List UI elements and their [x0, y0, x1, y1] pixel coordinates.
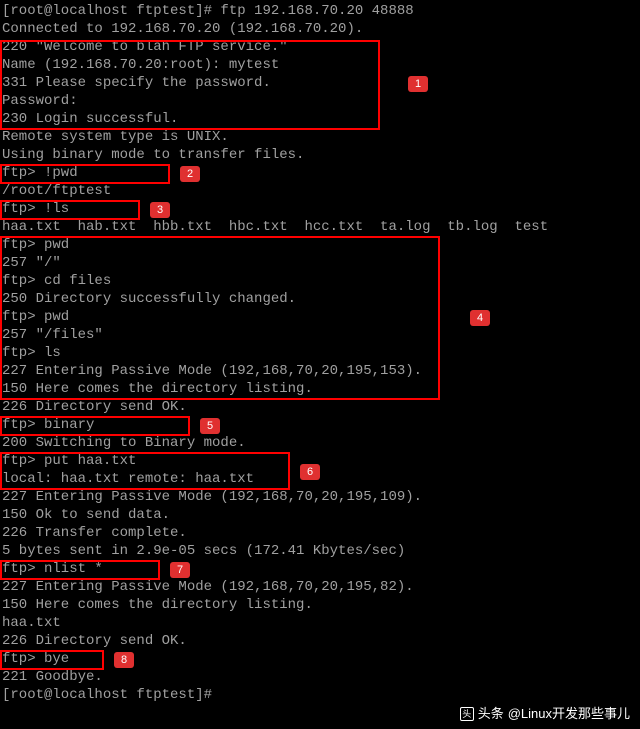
terminal-line: Name (192.168.70.20:root): mytest: [2, 56, 638, 74]
terminal-line: 150 Here comes the directory listing.: [2, 380, 638, 398]
terminal-line: 230 Login successful.: [2, 110, 638, 128]
terminal-line: ftp> pwd: [2, 308, 638, 326]
terminal-line: ftp> !ls: [2, 200, 638, 218]
terminal-line: 227 Entering Passive Mode (192,168,70,20…: [2, 578, 638, 596]
terminal-line: [root@localhost ftptest]# ftp 192.168.70…: [2, 2, 638, 20]
annotation-badge-3: 3: [150, 202, 170, 218]
terminal-line: ftp> ls: [2, 344, 638, 362]
terminal-line: 150 Here comes the directory listing.: [2, 596, 638, 614]
terminal-line: 221 Goodbye.: [2, 668, 638, 686]
terminal-line: ftp> cd files: [2, 272, 638, 290]
terminal-output: [root@localhost ftptest]# ftp 192.168.70…: [2, 2, 638, 704]
annotation-badge-7: 7: [170, 562, 190, 578]
terminal-line: ftp> nlist *: [2, 560, 638, 578]
terminal-line: 227 Entering Passive Mode (192,168,70,20…: [2, 488, 638, 506]
terminal-line: 150 Ok to send data.: [2, 506, 638, 524]
terminal-line: haa.txt hab.txt hbb.txt hbc.txt hcc.txt …: [2, 218, 638, 236]
terminal-line: 227 Entering Passive Mode (192,168,70,20…: [2, 362, 638, 380]
annotation-badge-1: 1: [408, 76, 428, 92]
annotation-badge-2: 2: [180, 166, 200, 182]
terminal-line: Using binary mode to transfer files.: [2, 146, 638, 164]
terminal-line: 226 Directory send OK.: [2, 632, 638, 650]
terminal-line: 331 Please specify the password.: [2, 74, 638, 92]
terminal-line: Connected to 192.168.70.20 (192.168.70.2…: [2, 20, 638, 38]
annotation-badge-6: 6: [300, 464, 320, 480]
terminal-line: 5 bytes sent in 2.9e-05 secs (172.41 Kby…: [2, 542, 638, 560]
terminal-line: 250 Directory successfully changed.: [2, 290, 638, 308]
terminal-line: [root@localhost ftptest]#: [2, 686, 638, 704]
terminal-line: /root/ftptest: [2, 182, 638, 200]
annotation-badge-8: 8: [114, 652, 134, 668]
terminal-line: Password:: [2, 92, 638, 110]
terminal-line: ftp> put haa.txt: [2, 452, 638, 470]
terminal-line: 257 "/files": [2, 326, 638, 344]
terminal-line: local: haa.txt remote: haa.txt: [2, 470, 638, 488]
terminal-line: 257 "/": [2, 254, 638, 272]
terminal-line: 200 Switching to Binary mode.: [2, 434, 638, 452]
terminal-line: 226 Transfer complete.: [2, 524, 638, 542]
terminal-line: haa.txt: [2, 614, 638, 632]
terminal-line: Remote system type is UNIX.: [2, 128, 638, 146]
annotation-badge-5: 5: [200, 418, 220, 434]
watermark: 头 头条 @Linux开发那些事儿: [460, 705, 630, 723]
terminal-line: ftp> pwd: [2, 236, 638, 254]
terminal-line: 226 Directory send OK.: [2, 398, 638, 416]
watermark-icon: 头: [460, 707, 474, 721]
terminal-line: ftp> binary: [2, 416, 638, 434]
terminal-line: 220 "Welcome to blah FTP service.": [2, 38, 638, 56]
watermark-handle: @Linux开发那些事儿: [508, 705, 630, 723]
terminal-line: ftp> bye: [2, 650, 638, 668]
terminal-line: ftp> !pwd: [2, 164, 638, 182]
watermark-prefix: 头条: [478, 705, 504, 723]
annotation-badge-4: 4: [470, 310, 490, 326]
